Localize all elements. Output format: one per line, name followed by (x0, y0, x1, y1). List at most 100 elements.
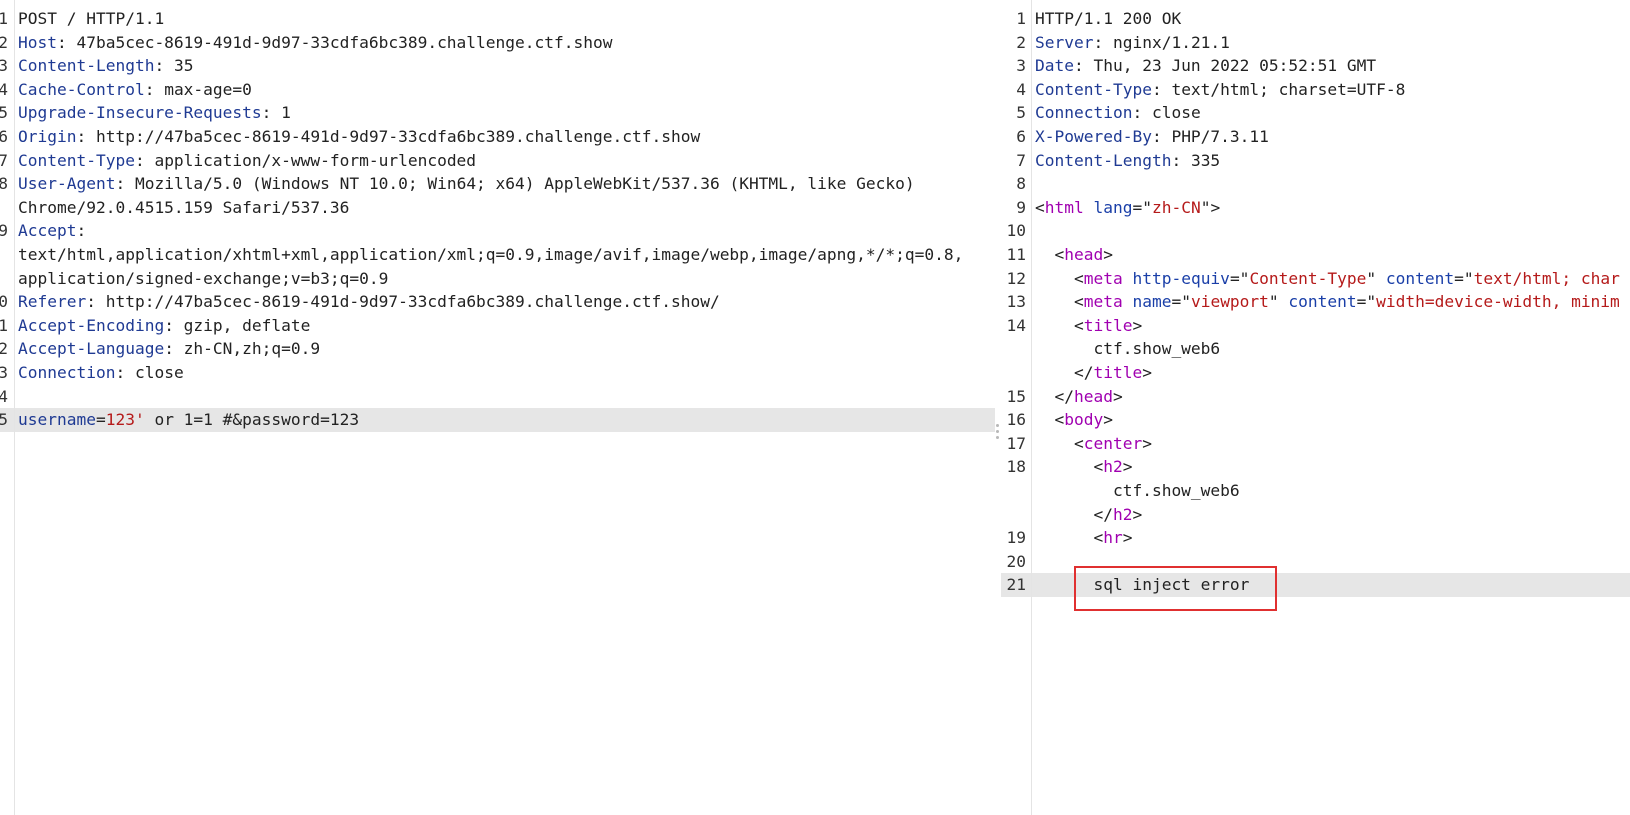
header-name: User-Agent (18, 174, 116, 194)
request-line-text[interactable]: Content-Length: 35 (18, 54, 193, 78)
header-name: Upgrade-Insecure-Requests (18, 103, 262, 123)
plain-text: > (1112, 386, 1123, 406)
response-line[interactable]: 13 <meta name="viewport" content="width=… (1001, 290, 1630, 314)
response-line[interactable]: 7 Content-Length: 335 (1001, 149, 1630, 173)
request-line[interactable]: 9 Accept: (0, 219, 995, 243)
request-editor[interactable]: 1 POST / HTTP/1.1 2 Host: 47ba5cec-8619-491… (0, 0, 995, 815)
response-line-text[interactable]: <hr> (1035, 526, 1132, 550)
response-line[interactable]: 5 Connection: close (1001, 101, 1630, 125)
response-line[interactable]: 11 <head> (1001, 243, 1630, 267)
request-line[interactable]: application/signed-exchange;v=b3;q=0.9 (0, 267, 995, 291)
response-line[interactable]: 8 (1001, 172, 1630, 196)
html-tag: meta (1083, 268, 1123, 288)
response-line-text[interactable]: <html lang="zh-CN"> (1035, 196, 1220, 220)
response-line[interactable]: 6 X-Powered-By: PHP/7.3.11 (1001, 125, 1630, 149)
request-line[interactable]: text/html,application/xhtml+xml,applicat… (0, 243, 995, 267)
request-line[interactable]: 6 Origin: http://47ba5cec-8619-491d-9d97-… (0, 125, 995, 149)
response-line[interactable]: 10 (1001, 219, 1630, 243)
request-line[interactable]: 3 Content-Length: 35 (0, 54, 995, 78)
request-line[interactable]: 8 User-Agent: Mozilla/5.0 (Windows NT 10.… (0, 172, 995, 196)
response-viewer[interactable]: 1 HTTP/1.1 200 OK 2 Server: nginx/1.21.1 3 Da… (1001, 0, 1630, 815)
response-line-text[interactable]: <body> (1035, 408, 1113, 432)
html-attr: http-equiv (1132, 268, 1230, 288)
response-line[interactable]: 15 </head> (1001, 385, 1630, 409)
value-text: width=device-width, minim (1376, 292, 1620, 312)
request-line-text[interactable]: Origin: http://47ba5cec-8619-491d-9d97-3… (18, 125, 700, 149)
request-line[interactable]: 3 Connection: close (0, 361, 995, 385)
request-line-text[interactable]: application/signed-exchange;v=b3;q=0.9 (18, 267, 388, 291)
response-line-text[interactable]: Date: Thu, 23 Jun 2022 05:52:51 GMT (1035, 54, 1376, 78)
request-line[interactable]: 0 Referer: http://47ba5cec-8619-491d-9d97… (0, 290, 995, 314)
plain-text: : zh-CN,zh;q=0.9 (164, 339, 321, 359)
request-line[interactable]: Chrome/92.0.4515.159 Safari/537.36 (0, 196, 995, 220)
response-line[interactable]: 16 <body> (1001, 408, 1630, 432)
response-line-text[interactable]: <meta http-equiv="Content-Type" content=… (1035, 267, 1620, 291)
request-line[interactable]: 5 Upgrade-Insecure-Requests: 1 (0, 101, 995, 125)
sql-error-callout-box (1074, 566, 1277, 611)
response-line-text[interactable]: <head> (1035, 243, 1113, 267)
response-line-text[interactable]: </head> (1035, 385, 1123, 409)
response-line[interactable]: 9 <html lang="zh-CN"> (1001, 196, 1630, 220)
response-line-text[interactable]: HTTP/1.1 200 OK (1035, 7, 1181, 31)
request-line[interactable]: 2 Accept-Language: zh-CN,zh;q=0.9 (0, 337, 995, 361)
plain-text: </ (1035, 386, 1074, 406)
header-name: Cache-Control (18, 79, 145, 99)
response-line[interactable]: 1 HTTP/1.1 200 OK (1001, 7, 1630, 31)
request-line[interactable]: 1 Accept-Encoding: gzip, deflate (0, 314, 995, 338)
request-line[interactable]: 4 Cache-Control: max-age=0 (0, 78, 995, 102)
response-line[interactable]: ctf.show_web6 (1001, 479, 1630, 503)
request-line-text[interactable]: Host: 47ba5cec-8619-491d-9d97-33cdfa6bc3… (18, 31, 613, 55)
request-line-text[interactable]: Content-Type: application/x-www-form-url… (18, 149, 476, 173)
response-line[interactable]: 14 <title> (1001, 314, 1630, 338)
request-line-text[interactable]: User-Agent: Mozilla/5.0 (Windows NT 10.0… (18, 172, 915, 196)
value-text: text/html; char (1473, 268, 1620, 288)
request-line[interactable]: 7 Content-Type: application/x-www-form-ur… (0, 149, 995, 173)
response-line[interactable]: ctf.show_web6 (1001, 337, 1630, 361)
response-line-text[interactable]: Content-Type: text/html; charset=UTF-8 (1035, 78, 1405, 102)
response-line[interactable]: 3 Date: Thu, 23 Jun 2022 05:52:51 GMT (1001, 54, 1630, 78)
plain-text: ctf.show_web6 (1035, 481, 1240, 500)
request-line-text[interactable]: Cache-Control: max-age=0 (18, 78, 252, 102)
response-line-number: 11 (1006, 245, 1027, 264)
request-line-text[interactable]: POST / HTTP/1.1 (18, 7, 164, 31)
plain-text: </ (1035, 504, 1113, 524)
plain-text: "> (1200, 197, 1221, 217)
response-line[interactable]: 12 <meta http-equiv="Content-Type" conte… (1001, 267, 1630, 291)
response-line-number: 5 (1016, 103, 1026, 123)
response-line-text[interactable]: <center> (1035, 432, 1152, 456)
request-line[interactable]: 5 username=123' or 1=1 #&password=123 (0, 408, 995, 432)
request-line[interactable]: 4 (0, 385, 995, 409)
request-line-text[interactable]: Accept-Encoding: gzip, deflate (18, 314, 310, 338)
response-line-text[interactable]: Content-Length: 335 (1035, 149, 1220, 173)
response-line[interactable]: 2 Server: nginx/1.21.1 (1001, 31, 1630, 55)
request-line-text[interactable]: text/html,application/xhtml+xml,applicat… (18, 243, 963, 267)
request-line-text[interactable]: Accept-Language: zh-CN,zh;q=0.9 (18, 337, 320, 361)
request-line-text[interactable]: Referer: http://47ba5cec-8619-491d-9d97-… (18, 290, 720, 314)
response-line-text[interactable]: <title> (1035, 314, 1142, 338)
response-line[interactable]: </h2> (1001, 503, 1630, 527)
plain-text: : max-age=0 (144, 79, 252, 99)
response-line[interactable]: 19 <hr> (1001, 526, 1630, 550)
response-line[interactable]: 18 <h2> (1001, 455, 1630, 479)
request-line[interactable]: 1 POST / HTTP/1.1 (0, 7, 995, 31)
splitter-grip-icon[interactable] (996, 424, 1000, 444)
response-line-text[interactable]: </h2> (1035, 503, 1142, 527)
response-line-text[interactable]: X-Powered-By: PHP/7.3.11 (1035, 125, 1269, 149)
request-line-text[interactable]: Chrome/92.0.4515.159 Safari/537.36 (18, 196, 349, 220)
response-line-text[interactable]: <meta name="viewport" content="width=dev… (1035, 290, 1620, 314)
request-line-text[interactable]: username=123' or 1=1 #&password=123 (18, 408, 359, 432)
response-line[interactable]: 4 Content-Type: text/html; charset=UTF-8 (1001, 78, 1630, 102)
request-line[interactable]: 2 Host: 47ba5cec-8619-491d-9d97-33cdfa6bc… (0, 31, 995, 55)
response-line-text[interactable]: Server: nginx/1.21.1 (1035, 31, 1230, 55)
response-line-text[interactable]: Connection: close (1035, 101, 1201, 125)
response-line-text[interactable]: </title> (1035, 361, 1152, 385)
response-line[interactable]: </title> (1001, 361, 1630, 385)
plain-text: < (1035, 410, 1065, 430)
response-line-text[interactable]: ctf.show_web6 (1035, 479, 1240, 503)
response-line-text[interactable]: ctf.show_web6 (1035, 337, 1220, 361)
response-line[interactable]: 17 <center> (1001, 432, 1630, 456)
request-line-text[interactable]: Accept: (18, 219, 86, 243)
request-line-text[interactable]: Connection: close (18, 361, 184, 385)
request-line-text[interactable]: Upgrade-Insecure-Requests: 1 (18, 101, 291, 125)
response-line-text[interactable]: <h2> (1035, 455, 1132, 479)
